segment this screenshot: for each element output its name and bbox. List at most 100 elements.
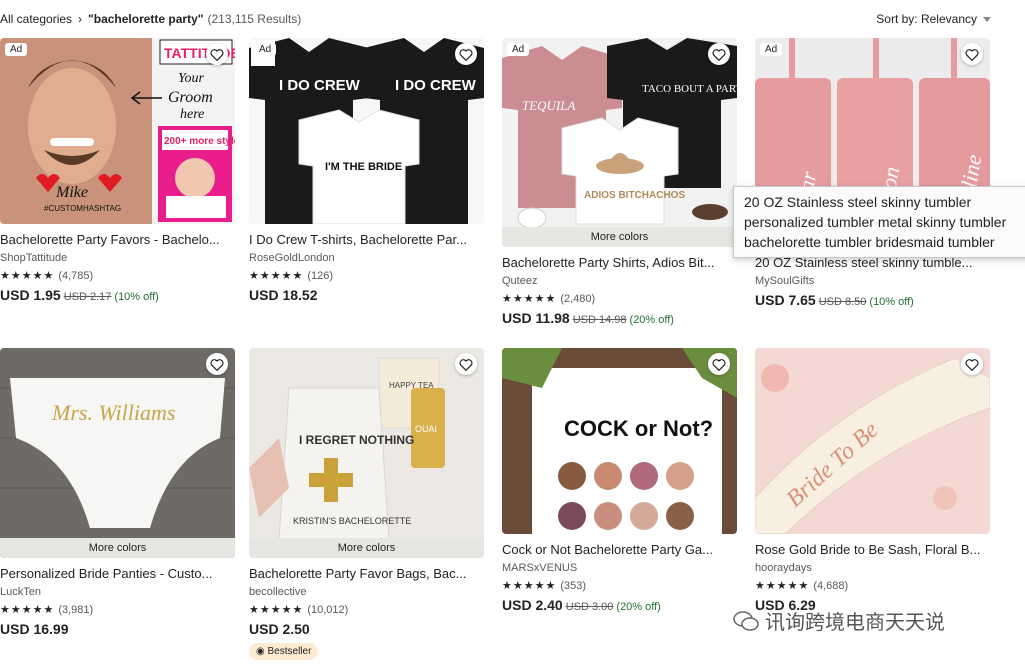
favorite-heart-icon[interactable]: [961, 43, 983, 65]
listing-card[interactable]: Mrs. Williams More colors Personalized B…: [0, 348, 235, 637]
listing-image[interactable]: COCK or Not?: [502, 348, 737, 534]
shop-name[interactable]: LuckTen: [0, 586, 235, 598]
price: USD 2.50: [249, 621, 484, 637]
rating: ★★★★★ (2,480): [502, 292, 737, 305]
price: USD 18.52: [249, 287, 484, 303]
more-colors-bar[interactable]: More colors: [249, 538, 484, 558]
review-count: (10,012): [307, 604, 349, 616]
original-price: USD 3.00: [565, 601, 614, 613]
listing-card[interactable]: TEQUILA TACO BOUT A PARTY ADIOS BITCHACH…: [502, 38, 737, 326]
breadcrumb: All categories › "bachelorette party" (213,…: [0, 12, 301, 26]
tshirt-image: I DO CREW I DO CREW I'M THE BRIDE: [249, 38, 484, 224]
title-tooltip: 20 OZ Stainless steel skinny tumbler per…: [733, 186, 1025, 258]
favorite-heart-icon[interactable]: [708, 43, 730, 65]
favorite-heart-icon[interactable]: [708, 353, 730, 375]
shop-name[interactable]: RoseGoldLondon: [249, 252, 484, 264]
listing-card[interactable]: COCK or Not? Cock or Not Bachelorette Pa…: [502, 348, 737, 613]
svg-text:#CUSTOMHASHTAG: #CUSTOMHASHTAG: [44, 204, 121, 213]
listing-card[interactable]: Jalazar Jackson Madeline Ad 20 OZ Stainl…: [755, 38, 990, 308]
favorite-heart-icon[interactable]: [455, 353, 477, 375]
review-count: (126): [307, 270, 333, 282]
price: USD 2.40 USD 3.00 (20% off): [502, 597, 737, 613]
listing-image[interactable]: I DO CREW I DO CREW I'M THE BRIDE Ad: [249, 38, 484, 224]
shop-name[interactable]: hooraydays: [755, 562, 990, 574]
shop-name[interactable]: ShopTattitude: [0, 252, 235, 264]
listing-image[interactable]: Bride To Be: [755, 348, 990, 534]
svg-text:OUAI: OUAI: [415, 424, 437, 434]
svg-text:I REGRET NOTHING: I REGRET NOTHING: [299, 433, 414, 447]
sort-dropdown[interactable]: Sort by: Relevancy: [876, 12, 991, 26]
star-rating-icon: ★★★★★: [755, 580, 810, 592]
svg-text:200+ more styles: 200+ more styles: [164, 136, 235, 147]
listing-image[interactable]: Mike #CUSTOMHASHTAG TATTITUDE Your Groom…: [0, 38, 235, 224]
price: USD 7.65 USD 8.50 (10% off): [755, 292, 990, 308]
rating: ★★★★★ (4,688): [755, 579, 990, 592]
svg-text:TACO BOUT A PARTY: TACO BOUT A PARTY: [642, 83, 737, 95]
listing-title[interactable]: Bachelorette Party Shirts, Adios Bit...: [502, 255, 734, 270]
more-colors-bar[interactable]: More colors: [502, 227, 737, 247]
review-count: (353): [560, 580, 586, 592]
sale-price: USD 18.52: [249, 287, 318, 303]
original-price: USD 14.98: [572, 314, 627, 326]
price: USD 16.99: [0, 621, 235, 637]
shop-name[interactable]: becollective: [249, 586, 484, 598]
caret-down-icon: [983, 17, 991, 23]
sale-price: USD 1.95: [0, 287, 61, 303]
star-rating-icon: ★★★★★: [249, 604, 304, 616]
star-rating-icon: ★★★★★: [249, 270, 304, 282]
ad-label: Ad: [507, 43, 530, 56]
bestseller-label: Bestseller: [267, 646, 312, 657]
listing-card[interactable]: HAPPY TEA OUAI I REGRET NOTHING KRISTIN'…: [249, 348, 484, 660]
listing-card[interactable]: Bride To Be Rose Gold Bride to Be Sash, …: [755, 348, 990, 613]
favorite-heart-icon[interactable]: [206, 353, 228, 375]
svg-text:I DO CREW: I DO CREW: [279, 77, 361, 94]
image-name-text: Mike: [55, 184, 88, 201]
listing-title[interactable]: Bachelorette Party Favor Bags, Bac...: [249, 566, 481, 581]
sale-price: USD 11.98: [502, 310, 570, 326]
favorite-heart-icon[interactable]: [206, 43, 228, 65]
search-query: "bachelorette party": [88, 12, 204, 26]
rating: ★★★★★ (3,981): [0, 603, 235, 616]
discount: (20% off): [616, 601, 661, 613]
tshirt-image: TEQUILA TACO BOUT A PARTY ADIOS BITCHACH…: [502, 38, 737, 247]
review-count: (2,480): [560, 293, 596, 305]
listing-card[interactable]: Mike #CUSTOMHASHTAG TATTITUDE Your Groom…: [0, 38, 235, 303]
star-rating-icon: ★★★★★: [0, 604, 55, 616]
svg-text:KRISTIN'S BACHELORETTE: KRISTIN'S BACHELORETTE: [293, 516, 411, 526]
svg-text:here: here: [180, 107, 204, 122]
listing-image[interactable]: HAPPY TEA OUAI I REGRET NOTHING KRISTIN'…: [249, 348, 484, 558]
svg-text:COCK or Not?: COCK or Not?: [564, 416, 713, 441]
listing-title[interactable]: Cock or Not Bachelorette Party Ga...: [502, 542, 734, 557]
listing-title[interactable]: Bachelorette Party Favors - Bachelo...: [0, 232, 232, 247]
sale-price: USD 7.65: [755, 292, 816, 308]
discount: (10% off): [114, 291, 159, 303]
favorite-heart-icon[interactable]: [961, 353, 983, 375]
favorite-heart-icon[interactable]: [455, 43, 477, 65]
panties-image: Mrs. Williams: [0, 348, 235, 558]
rating: ★★★★★ (10,012): [249, 603, 484, 616]
medal-icon: ◉: [256, 646, 268, 657]
listing-image[interactable]: TEQUILA TACO BOUT A PARTY ADIOS BITCHACH…: [502, 38, 737, 247]
listing-title[interactable]: Rose Gold Bride to Be Sash, Floral B...: [755, 542, 987, 557]
tattoo-favor-image: Mike #CUSTOMHASHTAG TATTITUDE Your Groom…: [0, 38, 235, 224]
svg-text:ADIOS BITCHACHOS: ADIOS BITCHACHOS: [584, 190, 685, 201]
listing-title[interactable]: Personalized Bride Panties - Custo...: [0, 566, 232, 581]
listing-title[interactable]: I Do Crew T-shirts, Bachelorette Par...: [249, 232, 481, 247]
review-count: (3,981): [58, 604, 94, 616]
listing-image[interactable]: Mrs. Williams More colors: [0, 348, 235, 558]
svg-text:Your: Your: [178, 71, 205, 86]
all-categories-link[interactable]: All categories: [0, 12, 72, 26]
price: USD 1.95 USD 2.17 (10% off): [0, 287, 235, 303]
listing-card[interactable]: I DO CREW I DO CREW I'M THE BRIDE Ad I D…: [249, 38, 484, 303]
shop-name[interactable]: MARSxVENUS: [502, 562, 737, 574]
more-colors-bar[interactable]: More colors: [0, 538, 235, 558]
shop-name[interactable]: MySoulGifts: [755, 275, 990, 287]
svg-text:Groom: Groom: [168, 89, 213, 106]
watermark-text: 讯询跨境电商天天说: [765, 612, 945, 634]
sort-label: Sort by: Relevancy: [876, 12, 977, 26]
shop-name[interactable]: Quteez: [502, 275, 737, 287]
party-game-image: COCK or Not?: [502, 348, 737, 534]
review-count: (4,785): [58, 270, 94, 282]
ad-label: Ad: [760, 43, 783, 56]
rating: ★★★★★ (353): [502, 579, 737, 592]
